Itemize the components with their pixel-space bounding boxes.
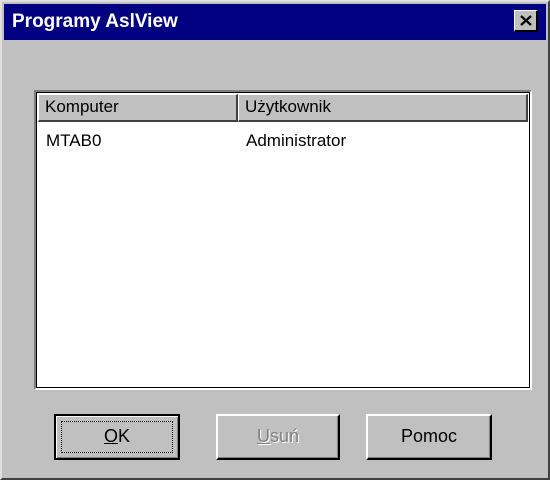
close-button[interactable] [514,10,538,32]
title-bar[interactable]: Programy AslView [4,4,546,40]
programy-dialog: Programy AslView Komputer Użytkownik MTA… [0,0,550,480]
computers-listview[interactable]: Komputer Użytkownik MTAB0 Administrator [34,90,532,390]
column-header-computer[interactable]: Komputer [38,94,238,122]
close-icon [520,15,532,26]
help-button[interactable]: Pomoc [366,414,492,460]
ok-button[interactable]: OK [54,414,180,460]
delete-label: Usuń [256,426,300,446]
delete-button[interactable]: Usuń [216,414,340,460]
help-label: Pomoc [400,426,458,446]
column-header-user[interactable]: Użytkownik [238,94,528,122]
cell-user: Administrator [246,131,347,150]
list-item[interactable]: MTAB0 Administrator [40,128,526,154]
ok-label: OK [103,426,131,446]
cell-computer: MTAB0 [46,131,102,150]
window-title: Programy AslView [12,11,178,32]
list-header: Komputer Użytkownik [38,94,528,122]
